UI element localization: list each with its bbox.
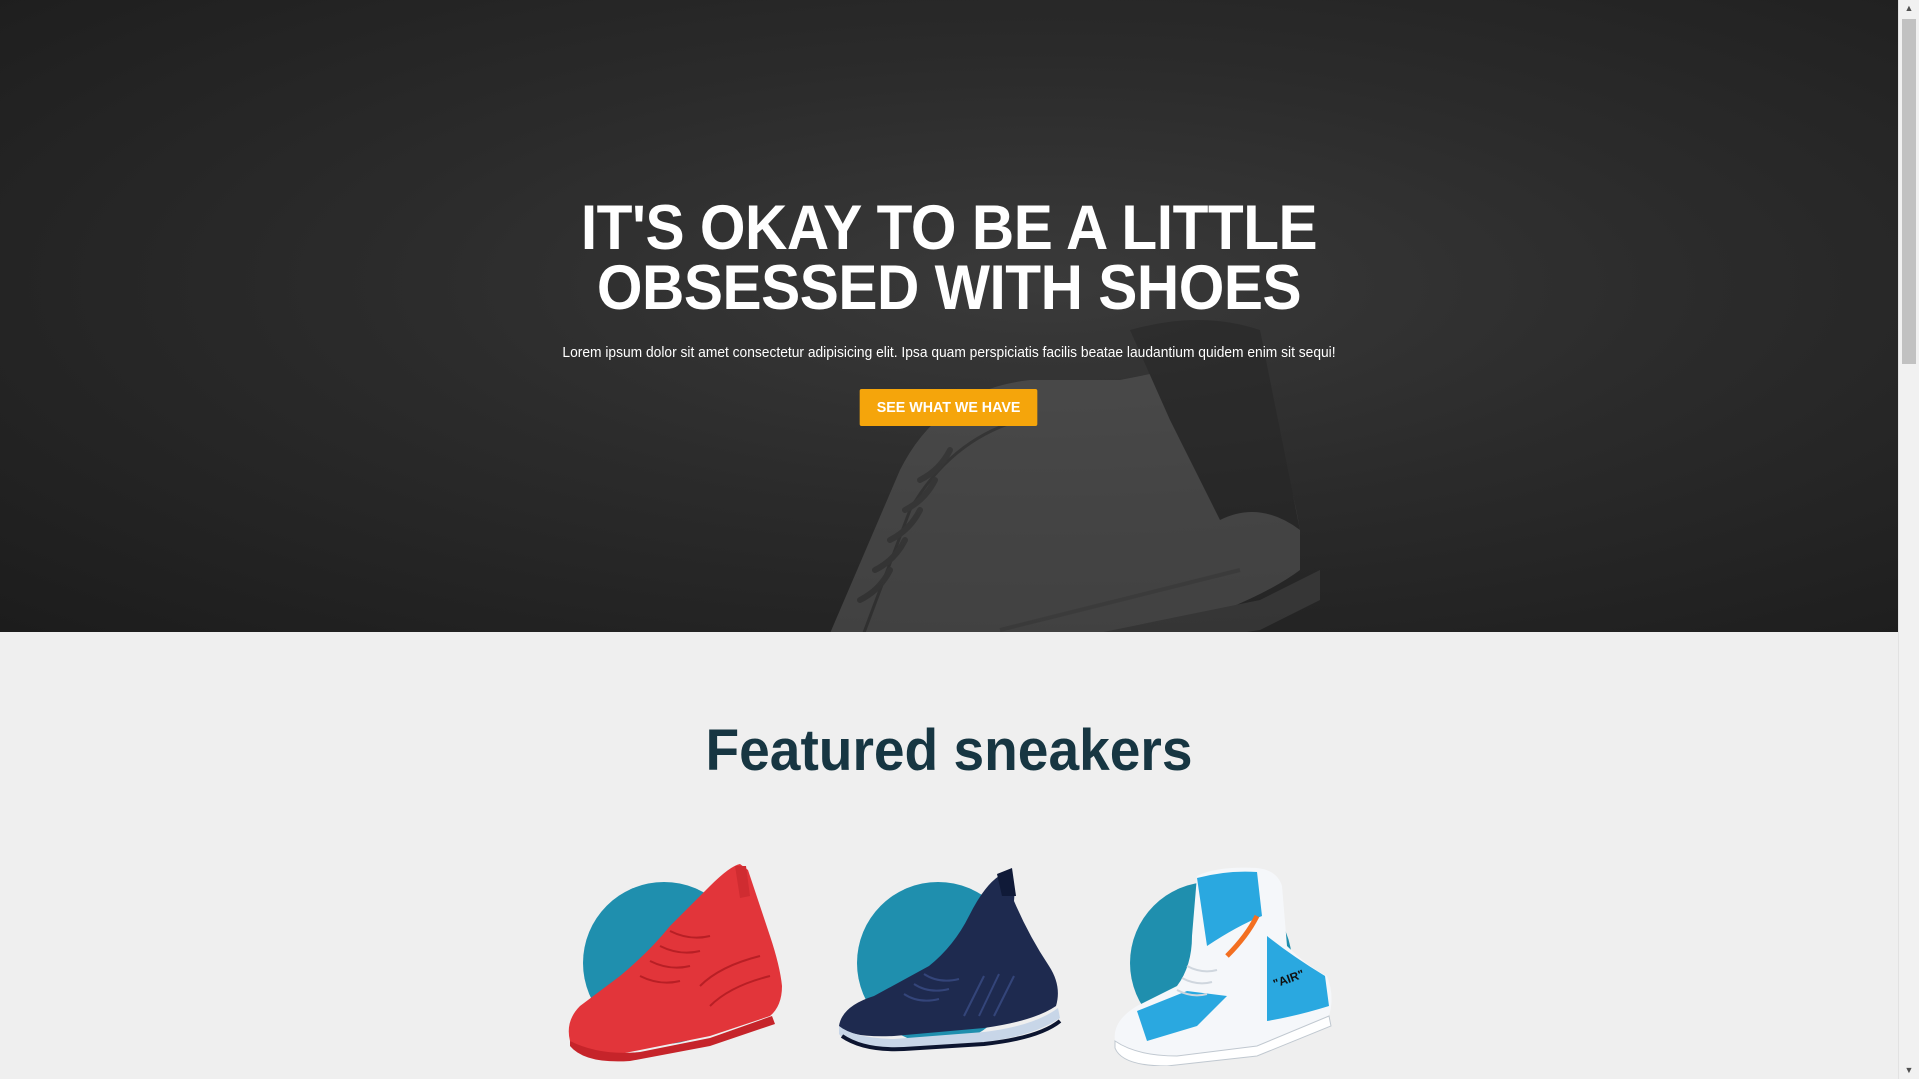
hero-title-line2: OBSESSED WITH SHOES bbox=[596, 253, 1302, 323]
hero-subtitle: Lorem ipsum dolor sit amet consectetur a… bbox=[562, 344, 1336, 361]
scrollbar-thumb[interactable] bbox=[1902, 19, 1916, 364]
red-sneaker-image bbox=[568, 864, 782, 1062]
product-card-blue-air-sneaker[interactable]: "AIR" bbox=[1107, 856, 1337, 1066]
product-card-red-sneaker[interactable] bbox=[560, 856, 790, 1066]
triangle-up-icon[interactable]: ▲ bbox=[1899, 0, 1919, 17]
navy-sneaker-image bbox=[839, 868, 1062, 1052]
product-card-navy-sneaker[interactable] bbox=[834, 856, 1064, 1066]
page: IT'S OKAY TO BE A LITTLE OBSESSED WITH S… bbox=[0, 0, 1898, 1079]
hero-content: IT'S OKAY TO BE A LITTLE OBSESSED WITH S… bbox=[0, 197, 1898, 426]
triangle-down-icon[interactable]: ▼ bbox=[1899, 1062, 1919, 1079]
blue-air-sneaker-image: "AIR" bbox=[1114, 867, 1332, 1066]
vertical-scrollbar[interactable]: ▲ ▼ bbox=[1898, 0, 1919, 1079]
browser-viewport: IT'S OKAY TO BE A LITTLE OBSESSED WITH S… bbox=[0, 0, 1919, 1079]
featured-title: Featured sneakers bbox=[705, 718, 1193, 783]
see-what-we-have-button[interactable]: SEE WHAT WE HAVE bbox=[860, 389, 1038, 426]
hero-title: IT'S OKAY TO BE A LITTLE OBSESSED WITH S… bbox=[531, 197, 1368, 320]
hero-section: IT'S OKAY TO BE A LITTLE OBSESSED WITH S… bbox=[0, 0, 1898, 632]
